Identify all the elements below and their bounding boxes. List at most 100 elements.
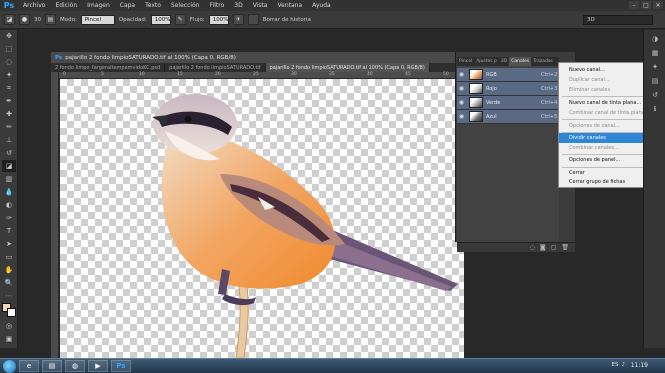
channel-shortcut: Ctrl+3 (541, 85, 558, 92)
menu-3d[interactable]: 3D (229, 2, 247, 9)
doc-tab-1[interactable]: 2 fondo limpo_fargeraltempamvidoKC.psd (51, 63, 166, 72)
document-title-bar[interactable]: Ps pajarillo 2 fondo limpioSATURADO.tif … (51, 52, 455, 63)
pen-tool-icon[interactable]: ✑ (2, 212, 16, 224)
vertical-ruler[interactable] (51, 72, 59, 358)
eraser-tool-icon[interactable]: ◪ (4, 14, 15, 25)
menu-capa[interactable]: Capa (115, 2, 140, 9)
swatches-panel-icon[interactable]: ▦ (648, 47, 662, 58)
color-swatches[interactable] (2, 303, 16, 319)
eyedropper-tool-icon[interactable]: ✒ (2, 95, 16, 107)
brush-size-value: 30 (34, 16, 41, 23)
channel-row-azul[interactable]: ◉ Azul Ctrl+5 (457, 110, 559, 124)
menu-edicion[interactable]: Edición (50, 2, 82, 9)
healing-brush-tool-icon[interactable]: ✚ (2, 108, 16, 120)
minimize-icon[interactable]: – (629, 1, 639, 9)
tab-pincel[interactable]: Pincel (457, 57, 474, 66)
load-selection-icon[interactable]: ◌ (530, 244, 535, 251)
crop-tool-icon[interactable]: ⌗ (2, 82, 16, 94)
menu-filtro[interactable]: Filtro (205, 2, 230, 9)
flow-input[interactable]: 100% (208, 14, 229, 25)
zoom-tool-icon[interactable]: 🔍 (2, 277, 16, 289)
tab-3d[interactable]: 3D (499, 57, 509, 66)
menu-ventana[interactable]: Ventana (272, 2, 307, 9)
opacity-pressure-icon[interactable]: ✎ (174, 14, 186, 25)
channel-row-rgb[interactable]: ◉ RGB Ctrl+2 (457, 68, 559, 82)
new-channel-icon[interactable]: ▢ (551, 244, 557, 251)
visibility-eye-icon[interactable]: ◉ (457, 113, 466, 120)
document-tabs: 2 fondo limpo_fargeraltempamvidoKC.psd p… (51, 63, 455, 72)
quick-mask-mode-icon[interactable]: ◎ (2, 320, 16, 332)
clone-stamp-tool-icon[interactable]: ⊥ (2, 134, 16, 146)
visibility-eye-icon[interactable]: ◉ (457, 85, 466, 92)
explorer-icon[interactable]: e (19, 360, 39, 372)
ruler-tick: 5 (101, 72, 104, 77)
horizontal-ruler[interactable]: 0 5 10 15 20 25 30 35 40 45 50 (59, 72, 455, 79)
type-tool-icon[interactable]: T (2, 225, 16, 237)
doc-tab-3[interactable]: pajarillo 2 fondo limpioSATURADO.tif al … (265, 63, 430, 72)
styles-panel-icon[interactable]: ✦ (648, 61, 662, 72)
gradient-tool-icon[interactable]: ▥ (2, 173, 16, 185)
menu-seleccion[interactable]: Selección (166, 2, 205, 9)
brush-tool-icon[interactable]: ✏ (2, 121, 16, 133)
lasso-tool-icon[interactable]: ◌ (2, 56, 16, 68)
menu-ayuda[interactable]: Ayuda (307, 2, 336, 9)
mode-select[interactable]: Pincel (80, 14, 115, 25)
bird-tail-inner (326, 239, 452, 291)
photoshop-taskbar-icon[interactable]: Ps (111, 360, 131, 372)
dodge-tool-icon[interactable]: ◐ (2, 199, 16, 211)
move-tool-icon[interactable]: ✥ (2, 30, 16, 42)
chrome-icon[interactable]: ◍ (65, 360, 85, 372)
erase-history-checkbox[interactable] (247, 14, 259, 25)
channel-thumbnail (469, 69, 483, 80)
airbrush-icon[interactable]: ✈ (232, 14, 244, 25)
folder-icon[interactable]: ▤ (42, 360, 62, 372)
ps-doc-icon: Ps (55, 54, 63, 61)
brush-preset-icon[interactable]: ● (19, 14, 30, 25)
opacity-input[interactable]: 100% (150, 14, 171, 25)
layers-panel-icon[interactable]: ▤ (648, 75, 662, 86)
marquee-tool-icon[interactable]: ⬚ (2, 43, 16, 55)
doc-tab-2[interactable]: pajarillo 2 fondo limpioSATURADO.tif (165, 63, 266, 72)
language-indicator[interactable]: ES (612, 362, 619, 368)
history-panel-icon[interactable]: ↺ (648, 89, 662, 100)
channel-row-verde[interactable]: ◉ Verde Ctrl+4 (457, 96, 559, 110)
menu-imagen[interactable]: Imagen (82, 2, 115, 9)
tab-trazados[interactable]: Trazados (531, 57, 555, 66)
channel-shortcut: Ctrl+4 (541, 99, 558, 106)
shape-tool-icon[interactable]: ▭ (2, 251, 16, 263)
delete-channel-icon[interactable]: 🗑 (561, 244, 569, 251)
ruler-tick: 25 (253, 72, 259, 77)
background-color-swatch[interactable] (7, 308, 16, 317)
channel-row-rojo[interactable]: ◉ Rojo Ctrl+3 (457, 82, 559, 96)
channel-name: Azul (486, 113, 497, 120)
quick-selection-tool-icon[interactable]: ✦ (2, 69, 16, 81)
workspace-select[interactable]: 3D (583, 15, 653, 25)
visibility-eye-icon[interactable]: ◉ (457, 99, 466, 106)
properties-panel-icon[interactable]: ℹ (648, 103, 662, 114)
tab-ajustes[interactable]: Ajustes p (474, 57, 499, 66)
start-button-icon[interactable] (3, 359, 16, 373)
menu-texto[interactable]: Texto (140, 2, 166, 9)
path-selection-tool-icon[interactable]: ➤ (2, 238, 16, 250)
eraser-tool-icon[interactable]: ◪ (2, 160, 16, 172)
screen-mode-icon[interactable]: ▣ (2, 333, 16, 345)
clock[interactable]: 11:19 (631, 362, 648, 369)
document-canvas[interactable] (60, 79, 464, 358)
ruler-tick: 35 (329, 72, 335, 77)
hand-tool-icon[interactable]: ✋ (2, 264, 16, 276)
quick-mask-icon[interactable]: ⋯ (2, 290, 16, 302)
blur-tool-icon[interactable]: 💧 (2, 186, 16, 198)
maximize-icon[interactable]: □ (641, 1, 651, 9)
photoshop-logo: Ps (3, 1, 15, 10)
menu-vista[interactable]: Vista (248, 2, 273, 9)
visibility-eye-icon[interactable]: ◉ (457, 71, 466, 78)
save-selection-icon[interactable]: ◙ (540, 244, 546, 251)
brush-panel-icon[interactable]: ▤ (45, 14, 56, 25)
menu-archivo[interactable]: Archivo (18, 2, 50, 9)
media-player-icon[interactable]: ▶ (88, 360, 108, 372)
history-brush-tool-icon[interactable]: ↺ (2, 147, 16, 159)
tab-canales[interactable]: Canales (509, 57, 532, 66)
color-panel-icon[interactable]: ◑ (648, 33, 662, 44)
close-icon[interactable]: ✕ (653, 1, 663, 9)
volume-icon[interactable]: ♪ (621, 362, 625, 368)
